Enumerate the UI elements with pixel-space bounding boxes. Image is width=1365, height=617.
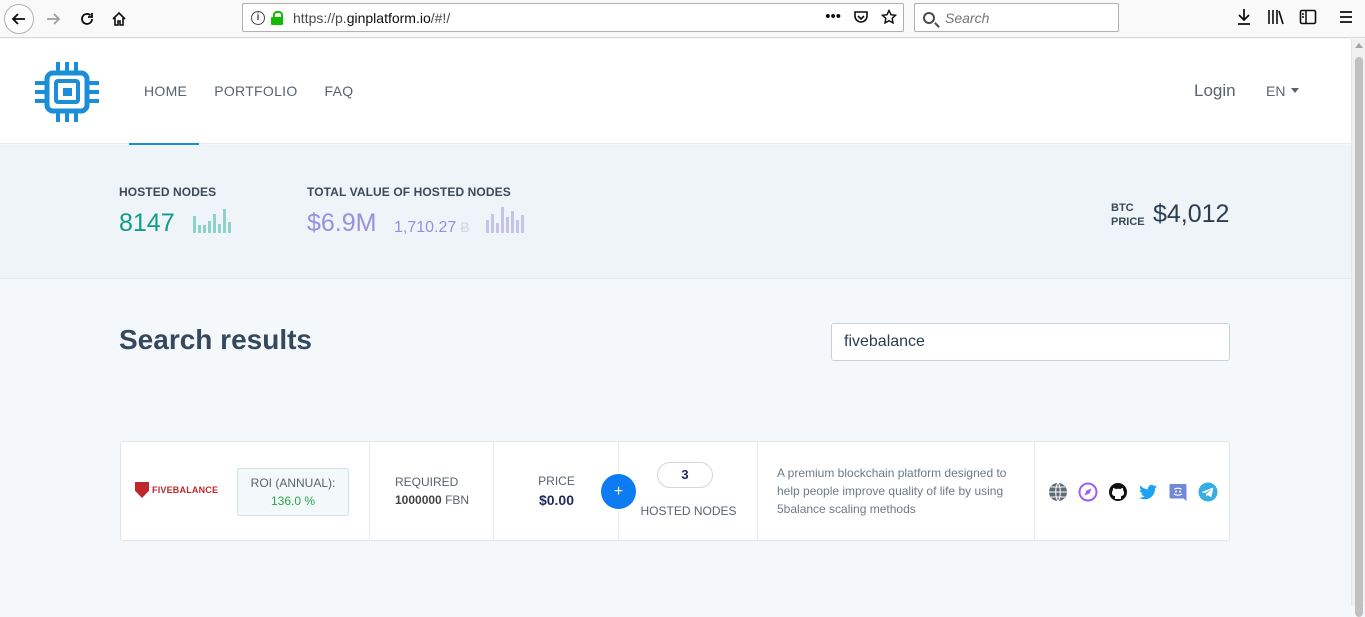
twitter-icon[interactable] [1138,482,1158,502]
url-host: ginplatform.io [346,9,431,26]
nav-home[interactable]: HOME [144,83,187,99]
add-node-button[interactable]: + [601,474,636,509]
search-icon [923,11,935,24]
total-value-btc-amount: 1,710.27 [394,219,457,236]
reload-button[interactable] [72,4,102,34]
hosted-nodes-value: 8147 [119,209,175,237]
pocket-icon[interactable] [853,9,869,25]
arrow-left-icon [11,13,25,25]
caret-down-icon [1291,87,1300,93]
nav-faq[interactable]: FAQ [325,83,354,99]
browser-search-input[interactable] [945,9,1105,26]
compass-icon[interactable] [1078,482,1098,502]
lock-icon[interactable] [271,11,283,25]
bar-chart-icon [193,207,231,233]
total-value-usd: $6.9M [307,209,377,237]
discord-icon[interactable] [1168,482,1188,502]
price-label: PRICE [538,474,575,488]
project-cell: FIVEBALANCE ROI (ANNUAL): 136.0 % [121,442,370,540]
required-unit: FBN [445,493,470,507]
scrollbar-thumb[interactable] [1355,57,1363,617]
hosted-nodes-cell: 3 HOSTED NODES [619,442,758,540]
hosted-nodes-label: HOSTED NODES [119,185,217,199]
total-value-label: TOTAL VALUE OF HOSTED NODES [307,185,511,199]
forward-button[interactable] [38,4,68,34]
home-button[interactable] [104,4,134,34]
telegram-icon[interactable] [1198,482,1218,502]
required-cell: REQUIRED 1000000 FBN [370,442,494,540]
btc-price-value: $4,012 [1153,200,1230,228]
required-amount: 1000000 [395,493,442,507]
menu-icon[interactable] [1338,8,1354,26]
required-value: 1000000 FBN [395,493,469,507]
nav-portfolio[interactable]: PORTFOLIO [214,83,297,99]
bar-chart-icon [486,207,524,233]
description-cell: A premium blockchain platform designed t… [758,442,1035,540]
result-card[interactable]: FIVEBALANCE ROI (ANNUAL): 136.0 % REQUIR… [120,441,1230,541]
language-dropdown[interactable]: EN [1266,83,1300,99]
project-description: A premium blockchain platform designed t… [777,466,1007,516]
language-value: EN [1266,83,1286,99]
library-icon[interactable] [1267,8,1285,26]
stats-bar: HOSTED NODES 8147 TOTAL VALUE OF HOSTED … [0,145,1351,279]
hosted-nodes-count: 3 [657,462,713,488]
search-input[interactable] [831,323,1230,361]
github-icon[interactable] [1108,482,1128,502]
total-value-btc: 1,710.27 Ƀ [394,219,470,237]
back-button[interactable] [4,4,34,34]
page-scrollbar[interactable] [1351,39,1365,617]
btc-price-label: BTC PRICE [1111,201,1145,229]
url-path: /#!/ [430,9,451,26]
url-bar[interactable]: i https://p.ginplatform.io/#!/ ••• [242,3,904,32]
reload-icon [81,13,93,25]
browser-toolbar: i https://p.ginplatform.io/#!/ ••• [0,0,1365,38]
home-icon [112,11,126,26]
required-label: REQUIRED [395,475,459,489]
download-icon[interactable] [1236,8,1252,26]
main-nav: HOME PORTFOLIO FAQ [144,83,353,99]
site-header: HOME PORTFOLIO FAQ Login EN [0,39,1351,145]
social-links [1048,482,1218,502]
bookmark-star-icon[interactable] [881,8,897,25]
roi-value: 136.0 % [270,494,316,508]
page-actions-icon[interactable]: ••• [825,8,841,25]
shield-icon [135,482,149,498]
scroll-up-arrow-icon[interactable] [1355,43,1363,48]
hosted-nodes-label: HOSTED NODES [640,504,737,518]
fivebalance-logo[interactable]: FIVEBALANCE [135,482,218,498]
browser-search-box[interactable] [914,3,1119,32]
url-prefix: https://p. [293,9,347,26]
fivebalance-logo-text: FIVEBALANCE [152,485,219,495]
btc-price-label-line1: BTC [1111,202,1134,214]
page: HOME PORTFOLIO FAQ Login EN HOSTED NODES… [0,39,1351,606]
login-link[interactable]: Login [1194,81,1236,101]
info-icon[interactable]: i [251,10,265,25]
social-links-cell [1035,442,1230,540]
bitcoin-symbol: Ƀ [460,219,470,235]
url-text[interactable]: https://p.ginplatform.io/#!/ [293,10,450,26]
globe-icon[interactable] [1048,482,1068,502]
roi-label: ROI (ANNUAL): [250,476,336,490]
sidebar-icon[interactable] [1299,8,1317,26]
btc-price-label-line2: PRICE [1111,216,1145,228]
page-title: Search results [119,324,312,355]
roi-badge: ROI (ANNUAL): 136.0 % [237,468,349,516]
arrow-right-icon [47,13,61,25]
gin-platform-logo[interactable] [34,61,100,123]
